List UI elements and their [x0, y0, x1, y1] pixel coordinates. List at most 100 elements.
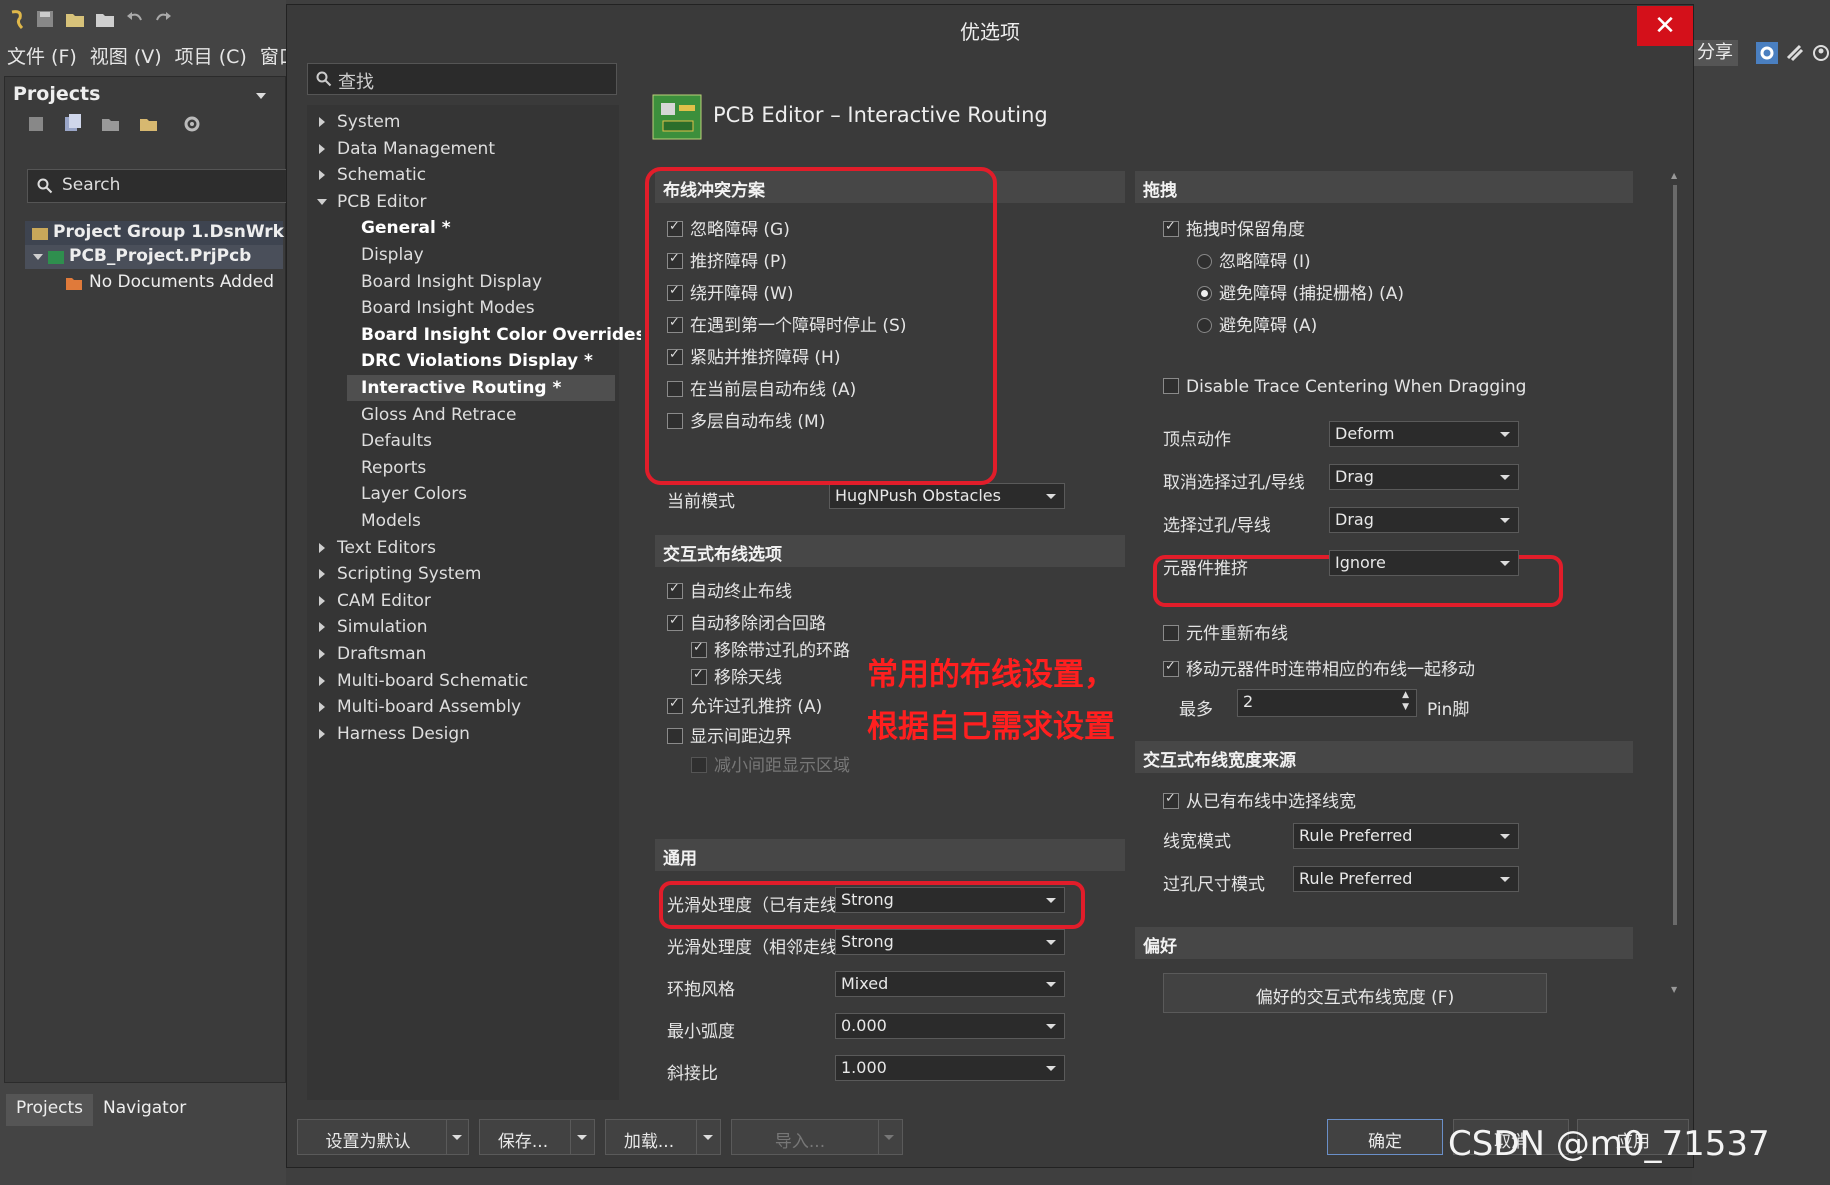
nav-item-data-management[interactable]: Data Management	[307, 136, 615, 162]
general-field-3-dropdown[interactable]: 0.000	[835, 1013, 1065, 1039]
settings-gear-icon[interactable]	[1756, 42, 1778, 64]
user-account-icon[interactable]	[1812, 44, 1830, 62]
nav-item-system[interactable]: System	[307, 109, 615, 135]
conflict-option-6[interactable]: 多层自动布线 (M)	[667, 407, 825, 432]
tab-projects[interactable]: Projects	[6, 1094, 94, 1126]
nav-item-draftsman[interactable]: Draftsman	[307, 641, 615, 667]
nav-item-models[interactable]: Models	[347, 508, 615, 534]
nav-item-layer-colors[interactable]: Layer Colors	[347, 481, 615, 507]
reroute-checkbox[interactable]: 元件重新布线	[1163, 619, 1288, 644]
nav-item-defaults[interactable]: Defaults	[347, 428, 615, 454]
open-folder-icon[interactable]	[64, 8, 86, 30]
spin-up-icon[interactable]: ▲	[1402, 690, 1409, 700]
chevron-right-icon[interactable]	[319, 569, 325, 580]
projects-search-input[interactable]: Search	[27, 169, 287, 203]
open-project-icon[interactable]	[94, 8, 116, 30]
chevron-down-icon[interactable]	[577, 1135, 587, 1140]
chevron-right-icon[interactable]	[319, 728, 325, 739]
nav-item-simulation[interactable]: Simulation	[307, 614, 615, 640]
menu-file[interactable]: 文件 (F)	[7, 46, 77, 68]
nav-item-reports[interactable]: Reports	[347, 455, 615, 481]
chevron-right-icon[interactable]	[319, 622, 325, 633]
width-field-0-dropdown[interactable]: Rule Preferred	[1293, 823, 1519, 849]
save-all-icon[interactable]	[34, 8, 56, 30]
nav-item-harness-design[interactable]: Harness Design	[307, 721, 615, 747]
drag-field-0-dropdown[interactable]: Deform	[1329, 421, 1519, 447]
chevron-down-icon[interactable]	[703, 1135, 713, 1140]
nav-item-schematic[interactable]: Schematic	[307, 162, 615, 188]
save-button[interactable]: 保存...	[479, 1119, 595, 1155]
drag-radio-1[interactable]: 避免障碍 (捕捉栅格) (A)	[1197, 279, 1404, 304]
tree-project-group[interactable]: Project Group 1.DsnWrk	[25, 221, 284, 245]
nav-item-multi-board-assembly[interactable]: Multi-board Assembly	[307, 694, 615, 720]
menu-view[interactable]: 视图 (V)	[90, 46, 162, 68]
scrollbar-thumb[interactable]	[1673, 185, 1677, 925]
conflict-option-3[interactable]: 在遇到第一个障碍时停止 (S)	[667, 311, 906, 336]
chevron-down-icon[interactable]	[884, 1135, 894, 1140]
load-button[interactable]: 加载...	[605, 1119, 721, 1155]
nav-item-cam-editor[interactable]: CAM Editor	[307, 588, 615, 614]
drag-field-1-dropdown[interactable]: Drag	[1329, 464, 1519, 490]
general-field-2-dropdown[interactable]: Mixed	[835, 971, 1065, 997]
nav-item-scripting-system[interactable]: Scripting System	[307, 561, 615, 587]
undo-icon[interactable]	[124, 8, 146, 30]
general-field-0-dropdown[interactable]: Strong	[835, 887, 1065, 913]
interactive-option-1[interactable]: 自动移除闭合回路	[667, 609, 826, 634]
interactive-option-3[interactable]: 移除天线	[691, 663, 782, 688]
panel-close-project-icon[interactable]	[101, 115, 121, 133]
conflict-option-0[interactable]: 忽略障碍 (G)	[667, 215, 790, 240]
drag-field-3-dropdown[interactable]: Ignore	[1329, 550, 1519, 576]
width-field-1-dropdown[interactable]: Rule Preferred	[1293, 866, 1519, 892]
nav-item-gloss-and-retrace[interactable]: Gloss And Retrace	[347, 402, 615, 428]
drag-radio-2[interactable]: 避免障碍 (A)	[1197, 311, 1317, 336]
disable-centering-checkbox[interactable]: Disable Trace Centering When Dragging	[1163, 377, 1526, 397]
menu-project[interactable]: 项目 (C)	[175, 46, 247, 68]
vertical-scrollbar[interactable]: ▲ ▼	[1671, 171, 1679, 997]
conflict-option-4[interactable]: 紧贴并推挤障碍 (H)	[667, 343, 840, 368]
panel-open-project-icon[interactable]	[139, 115, 159, 133]
nav-item-board-insight-color-overrides[interactable]: Board Insight Color Overrides *	[347, 322, 661, 348]
conflict-option-5[interactable]: 在当前层自动布线 (A)	[667, 375, 856, 400]
set-default-button[interactable]: 设置为默认	[297, 1119, 469, 1155]
move-with-component-checkbox[interactable]: 移动元器件时连带相应的布线一起移动	[1163, 655, 1475, 680]
chevron-right-icon[interactable]	[319, 675, 325, 686]
panel-copy-icon[interactable]	[63, 113, 83, 133]
conflict-option-2[interactable]: 绕开障碍 (W)	[667, 279, 793, 304]
panel-menu-chevron-icon[interactable]	[255, 91, 267, 101]
nav-item-board-insight-display[interactable]: Board Insight Display	[347, 269, 615, 295]
redo-icon[interactable]	[152, 8, 174, 30]
preferences-search-input[interactable]: 查找	[307, 63, 617, 95]
current-mode-dropdown[interactable]: HugNPush Obstacles	[829, 483, 1065, 509]
chevron-right-icon[interactable]	[319, 649, 325, 659]
interactive-option-0[interactable]: 自动终止布线	[667, 577, 792, 602]
close-button[interactable]: ✕	[1637, 6, 1693, 46]
tree-project[interactable]: PCB_Project.PrjPcb	[25, 245, 283, 269]
nav-item-drc-violations-display[interactable]: DRC Violations Display *	[347, 348, 615, 374]
nav-item-interactive-routing[interactable]: Interactive Routing *	[347, 375, 615, 401]
interactive-option-2[interactable]: 移除带过孔的环路	[691, 636, 850, 661]
max-pins-spinner[interactable]: 2 ▲ ▼	[1237, 689, 1417, 717]
chevron-right-icon[interactable]	[319, 702, 325, 713]
menu-window[interactable]: 窗口 (	[260, 46, 286, 68]
scroll-up-icon[interactable]: ▲	[1671, 171, 1677, 180]
notifications-icon[interactable]	[1786, 44, 1804, 62]
chevron-right-icon[interactable]	[319, 143, 325, 154]
keep-angle-checkbox[interactable]: 拖拽时保留角度	[1163, 215, 1305, 240]
spin-down-icon[interactable]: ▼	[1402, 702, 1409, 712]
interactive-option-4[interactable]: 允许过孔推挤 (A)	[667, 692, 822, 717]
chevron-right-icon[interactable]	[319, 595, 325, 606]
nav-item-pcb-editor[interactable]: PCB Editor	[307, 189, 615, 215]
chevron-down-icon[interactable]	[452, 1135, 462, 1140]
tab-navigator[interactable]: Navigator	[93, 1094, 196, 1126]
drag-field-2-dropdown[interactable]: Drag	[1329, 507, 1519, 533]
panel-settings-gear-icon[interactable]	[183, 115, 201, 133]
nav-item-board-insight-modes[interactable]: Board Insight Modes	[347, 295, 615, 321]
conflict-option-1[interactable]: 推挤障碍 (P)	[667, 247, 787, 272]
preferred-width-button[interactable]: 偏好的交互式布线宽度 (F)	[1163, 973, 1547, 1013]
ok-button[interactable]: 确定	[1327, 1119, 1443, 1155]
chevron-right-icon[interactable]	[319, 542, 325, 553]
nav-item-multi-board-schematic[interactable]: Multi-board Schematic	[307, 668, 615, 694]
interactive-option-5[interactable]: 显示间距边界	[667, 722, 792, 747]
import-button[interactable]: 导入...	[731, 1119, 903, 1155]
general-field-1-dropdown[interactable]: Strong	[835, 929, 1065, 955]
